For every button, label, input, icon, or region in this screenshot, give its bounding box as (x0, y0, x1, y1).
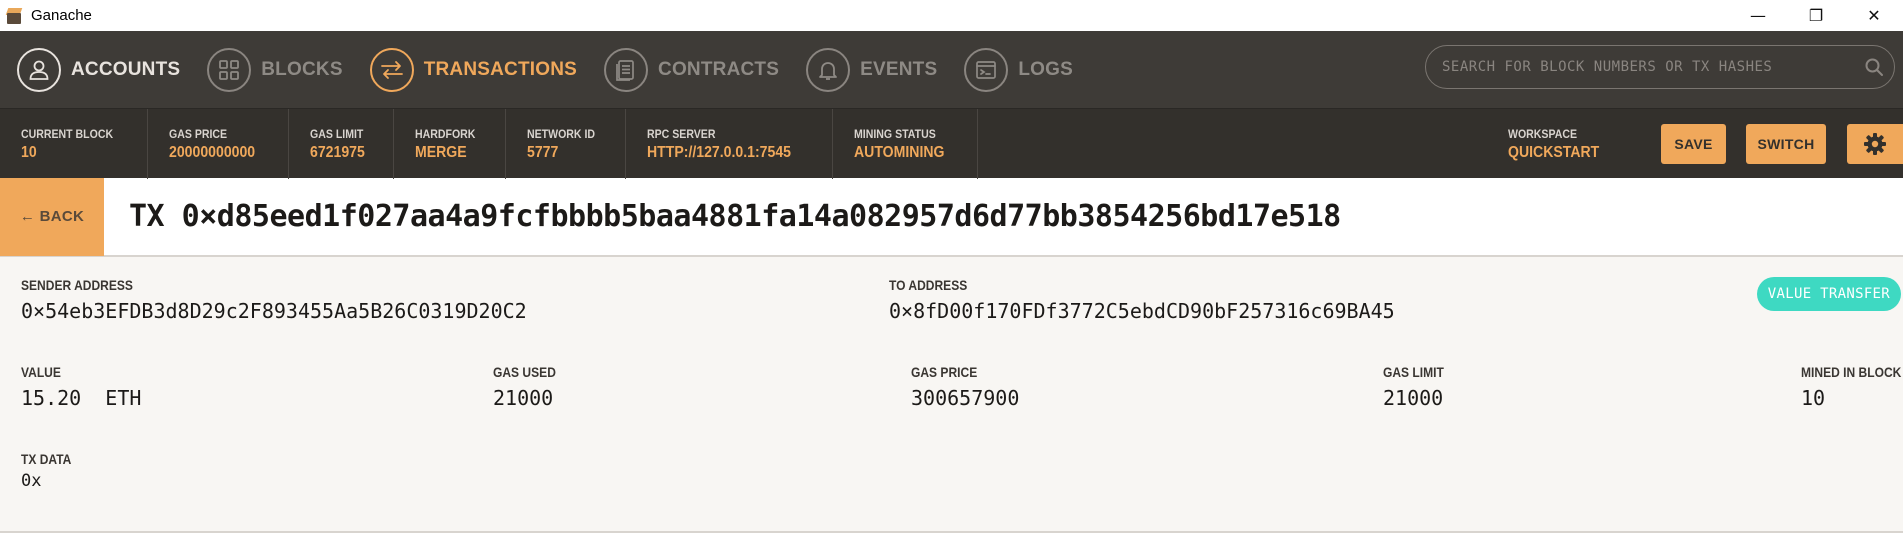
document-icon (604, 47, 649, 92)
nav-contracts-label: CONTRACTS (658, 58, 780, 80)
tx-data-value: 0x (21, 471, 42, 491)
mined-in-block-field: MINED IN BLOCK 10 (1801, 364, 1903, 410)
status-current-block: CURRENT BLOCK 10 (0, 108, 148, 179)
nav-events[interactable]: EVENTS (789, 31, 947, 108)
nav-transactions-label: TRANSACTIONS (423, 58, 578, 80)
nav-blocks-label: BLOCKS (261, 58, 343, 80)
status-mining-status: MINING STATUS AUTOMINING (833, 108, 979, 179)
nav-blocks[interactable]: BLOCKS (190, 31, 352, 108)
status-label: RPC SERVER (646, 126, 716, 141)
value-amount: 15.20 ETH (21, 386, 142, 410)
nav-accounts-label: ACCOUNTS (71, 58, 181, 80)
close-button[interactable]: ✕ (1845, 0, 1903, 31)
gas-used-value: 21000 (493, 386, 554, 410)
tx-data-field: TX DATA 0x (21, 451, 80, 491)
window-titlebar: Ganache — ❐ ✕ (0, 0, 1903, 31)
tx-header: ← BACK TX 0×d85eed1f027aa4a9fcfbbbb5baa4… (0, 177, 1903, 257)
sender-address-label: SENDER ADDRESS (21, 277, 133, 293)
user-icon (17, 47, 61, 92)
bell-icon (806, 47, 851, 92)
status-label: HARDFORK (414, 126, 476, 141)
search-input[interactable] (1442, 59, 1854, 75)
status-label: CURRENT BLOCK (21, 126, 114, 141)
search-bar (1425, 45, 1895, 89)
gas-limit-field: GAS LIMIT 21000 (1383, 364, 1454, 410)
status-hardfork: HARDFORK MERGE (394, 108, 506, 179)
nav-logs[interactable]: LOGS (947, 31, 1083, 108)
gas-price-value: 300657900 (911, 386, 1020, 410)
workspace-label: WORKSPACE (1508, 127, 1578, 141)
nav-events-label: EVENTS (860, 58, 938, 80)
gas-used-label: GAS USED (493, 364, 556, 380)
minimize-button[interactable]: — (1729, 0, 1787, 31)
save-button[interactable]: SAVE (1661, 124, 1726, 164)
gas-limit-value: 21000 (1383, 386, 1444, 410)
to-address-value: 0×8fD00f170FDf3772C5ebdCD90bF257316c69BA… (889, 299, 1395, 323)
status-value: 10 (21, 143, 37, 161)
status-label: NETWORK ID (526, 126, 595, 141)
status-value: HTTP://127.0.0.1:7545 (646, 143, 791, 161)
gear-icon (1864, 133, 1886, 155)
status-bar: CURRENT BLOCK 10 GAS PRICE 20000000000 G… (0, 108, 1903, 179)
swap-arrows-icon (369, 47, 414, 92)
switch-button[interactable]: SWITCH (1746, 124, 1826, 164)
tx-type-badge: VALUE TRANSFER (1756, 277, 1901, 311)
value-label: VALUE (21, 364, 61, 380)
status-gas-limit: GAS LIMIT 6721975 (289, 108, 394, 179)
workspace-info: WORKSPACE QUICKSTART (1508, 109, 1612, 179)
nav-accounts[interactable]: ACCOUNTS (0, 31, 190, 108)
restore-button[interactable]: ❐ (1787, 0, 1845, 31)
grid-icon (207, 47, 252, 92)
mined-in-block-value: 10 (1801, 386, 1826, 410)
status-value: 6721975 (309, 143, 365, 161)
gas-price-label: GAS PRICE (911, 364, 978, 380)
status-value: 5777 (526, 143, 558, 161)
mined-in-block-label: MINED IN BLOCK (1801, 364, 1902, 380)
window-controls: — ❐ ✕ (1729, 0, 1903, 31)
sender-address-value: 0×54eb3EFDB3d8D29c2F893455Aa5B26C0319D20… (21, 299, 527, 323)
gas-limit-label: GAS LIMIT (1383, 364, 1444, 380)
status-gas-price: GAS PRICE 20000000000 (148, 108, 289, 179)
window-title: Ganache (31, 7, 92, 24)
status-value: AUTOMINING (853, 143, 944, 161)
nav-contracts[interactable]: CONTRACTS (587, 31, 789, 108)
gas-price-field: GAS PRICE 300657900 (911, 364, 1019, 410)
status-network-id: NETWORK ID 5777 (506, 108, 626, 179)
back-button[interactable]: ← BACK (0, 177, 104, 256)
status-value: 20000000000 (168, 143, 255, 161)
to-address-field: TO ADDRESS 0×8fD00f170FDf3772C5ebdCD90bF… (889, 277, 1395, 323)
gas-used-field: GAS USED 21000 (493, 364, 566, 410)
tx-hash-title: TX 0×d85eed1f027aa4a9fcfbbbb5baa4881fa14… (129, 199, 1341, 234)
terminal-icon (964, 47, 1009, 92)
status-rpc-server: RPC SERVER HTTP://127.0.0.1:7545 (626, 108, 833, 179)
settings-button[interactable] (1847, 124, 1903, 164)
sender-address-field: SENDER ADDRESS 0×54eb3EFDB3d8D29c2F89345… (21, 277, 527, 323)
nav-transactions[interactable]: TRANSACTIONS (353, 31, 587, 108)
tx-data-label: TX DATA (21, 451, 72, 467)
ganache-logo-icon (5, 7, 23, 25)
status-label: MINING STATUS (853, 126, 936, 141)
tx-details: SENDER ADDRESS 0×54eb3EFDB3d8D29c2F89345… (0, 257, 1903, 533)
main-nav: ACCOUNTS BLOCKS TRANSACTIONS CONTRACTS E… (0, 31, 1903, 108)
status-label: GAS LIMIT (309, 126, 363, 141)
nav-logs-label: LOGS (1018, 58, 1073, 80)
to-address-label: TO ADDRESS (889, 277, 968, 293)
status-label: GAS PRICE (168, 126, 227, 141)
workspace-name: QUICKSTART (1508, 144, 1600, 161)
value-field: VALUE 15.20 ETH (21, 364, 141, 410)
status-value: MERGE (414, 143, 467, 161)
search-icon[interactable] (1854, 57, 1894, 77)
